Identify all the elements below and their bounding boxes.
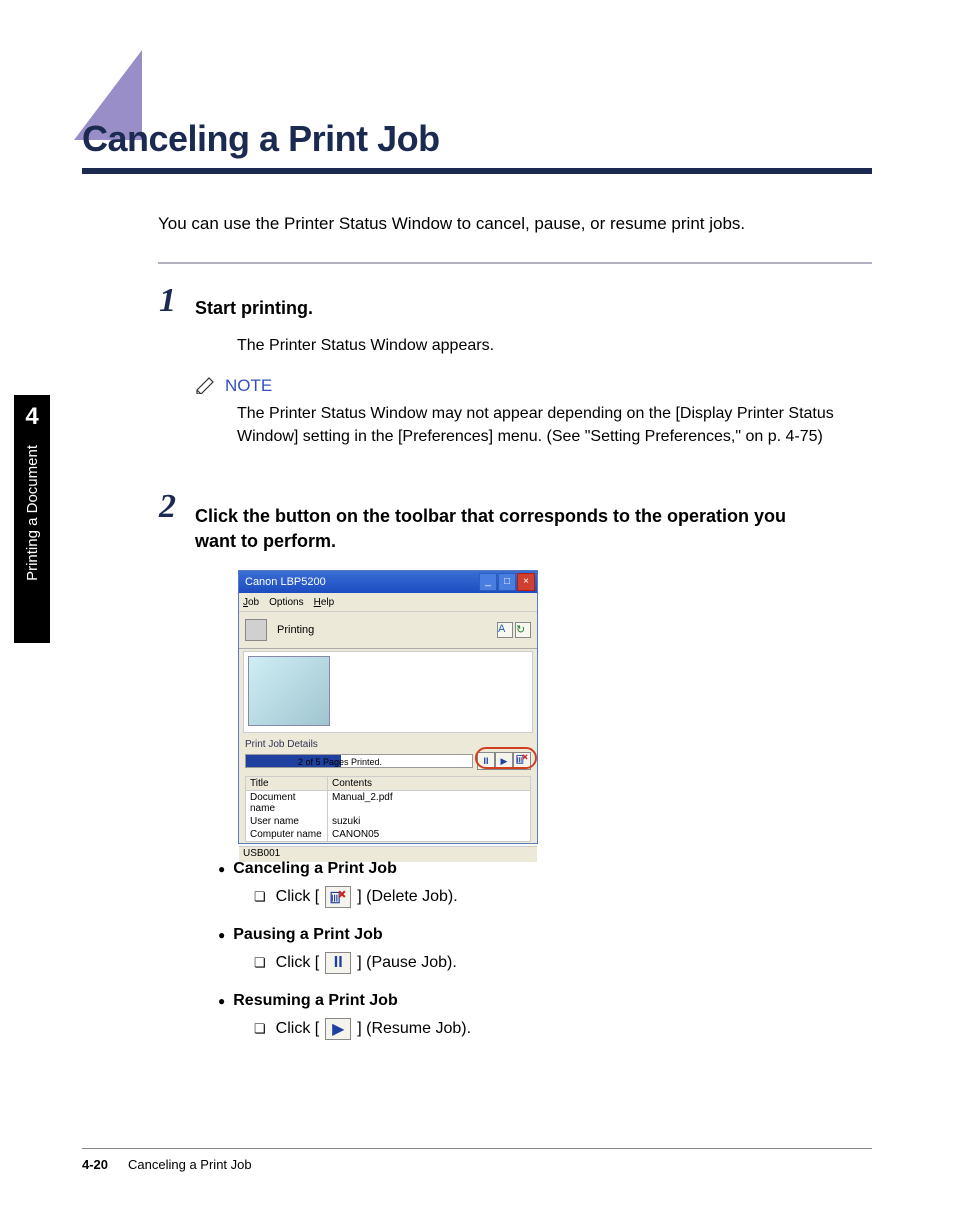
cancel-heading: Canceling a Print Job xyxy=(218,860,471,878)
row-value: CANON05 xyxy=(328,828,530,841)
delete-job-button[interactable] xyxy=(513,752,531,770)
step-1-title: Start printing. xyxy=(195,298,494,319)
menu-help[interactable]: HelpHelp xyxy=(314,597,335,608)
chapter-label: Printing a Document xyxy=(24,445,41,581)
printer-icon xyxy=(245,619,267,641)
menu-job[interactable]: JJobob xyxy=(243,597,259,608)
note-text: The Printer Status Window may not appear… xyxy=(237,402,857,448)
resume-instruction: Click [ ▶ ] (Resume Job). xyxy=(254,1018,471,1040)
refresh-icon[interactable]: ↻ xyxy=(515,622,531,638)
col-contents: Contents xyxy=(328,777,530,790)
resume-job-icon: ▶ xyxy=(325,1018,351,1040)
maximize-button[interactable]: □ xyxy=(498,573,516,591)
chapter-number: 4 xyxy=(25,403,38,431)
resume-job-button[interactable]: ▶ xyxy=(495,752,513,770)
window-title: Canon LBP5200 xyxy=(245,576,326,588)
cancel-instruction: Click [ ] (Delete Job). xyxy=(254,886,471,908)
step-2-number: 2 xyxy=(159,488,176,526)
minimize-button[interactable]: _ xyxy=(479,573,497,591)
progress-bar: 2 of 5 Pages Printed. xyxy=(245,754,473,768)
print-preview-pane xyxy=(243,651,533,733)
note-block: NOTE The Printer Status Window may not a… xyxy=(195,376,857,448)
step-1-number: 1 xyxy=(159,282,176,320)
delete-job-icon xyxy=(325,886,351,908)
pause-job-button[interactable]: II xyxy=(477,752,495,770)
table-row: Computer name CANON05 xyxy=(246,828,530,841)
step-2: 2 Click the button on the toolbar that c… xyxy=(195,504,872,554)
table-row: Document name Manual_2.pdf xyxy=(246,791,530,815)
pause-job-icon: II xyxy=(325,952,351,974)
info-icon[interactable]: A xyxy=(497,622,513,638)
step-1: 1 Start printing. The Printer Status Win… xyxy=(195,298,494,355)
section-divider xyxy=(158,262,872,264)
row-value: suzuki xyxy=(328,815,530,828)
col-title: Title xyxy=(246,777,328,790)
toolbar: Printing A ↻ xyxy=(239,611,537,649)
resume-heading: Resuming a Print Job xyxy=(218,992,471,1010)
chapter-tab: 4 Printing a Document xyxy=(14,395,50,643)
action-list: Canceling a Print Job Click [ ] (Delete … xyxy=(218,860,471,1058)
intro-text: You can use the Printer Status Window to… xyxy=(158,214,745,234)
step-2-title: Click the button on the toolbar that cor… xyxy=(195,504,815,554)
progress-text: 2 of 5 Pages Printed. xyxy=(298,755,382,769)
job-details-table: Title Contents Document name Manual_2.pd… xyxy=(245,776,531,842)
row-label: User name xyxy=(246,815,328,828)
table-header: Title Contents xyxy=(246,777,530,791)
table-row: User name suzuki xyxy=(246,815,530,828)
cancel-item: Canceling a Print Job Click [ ] (Delete … xyxy=(218,860,471,908)
footer-title: Canceling a Print Job xyxy=(128,1157,252,1172)
row-value: Manual_2.pdf xyxy=(328,791,530,815)
menubar: JJobob Options HelpHelp xyxy=(239,593,537,611)
pause-heading: Pausing a Print Job xyxy=(218,926,471,944)
page-number: 4-20 xyxy=(82,1157,108,1172)
page-preview-thumbnail xyxy=(248,656,330,726)
print-job-details-label: Print Job Details xyxy=(239,735,537,750)
note-label: NOTE xyxy=(225,376,857,396)
page-footer: 4-20 Canceling a Print Job xyxy=(82,1148,872,1172)
window-titlebar: Canon LBP5200 _ □ × xyxy=(239,571,537,593)
row-label: Computer name xyxy=(246,828,328,841)
printing-status-text: Printing xyxy=(277,624,314,636)
close-button[interactable]: × xyxy=(517,573,535,591)
pause-instruction: Click [ II ] (Pause Job). xyxy=(254,952,471,974)
menu-options[interactable]: Options xyxy=(269,597,303,608)
title-underline xyxy=(82,168,872,174)
resume-item: Resuming a Print Job Click [ ▶ ] (Resume… xyxy=(218,992,471,1040)
job-control-buttons: II ▶ xyxy=(477,752,531,770)
pause-item: Pausing a Print Job Click [ II ] (Pause … xyxy=(218,926,471,974)
page-header: Canceling a Print Job xyxy=(82,50,872,174)
page-title: Canceling a Print Job xyxy=(82,50,872,160)
progress-row: 2 of 5 Pages Printed. II ▶ xyxy=(239,750,537,772)
step-1-body: The Printer Status Window appears. xyxy=(237,337,494,355)
printer-status-window-screenshot: Canon LBP5200 _ □ × JJobob Options HelpH… xyxy=(238,570,538,844)
note-pencil-icon xyxy=(195,376,217,394)
row-label: Document name xyxy=(246,791,328,815)
